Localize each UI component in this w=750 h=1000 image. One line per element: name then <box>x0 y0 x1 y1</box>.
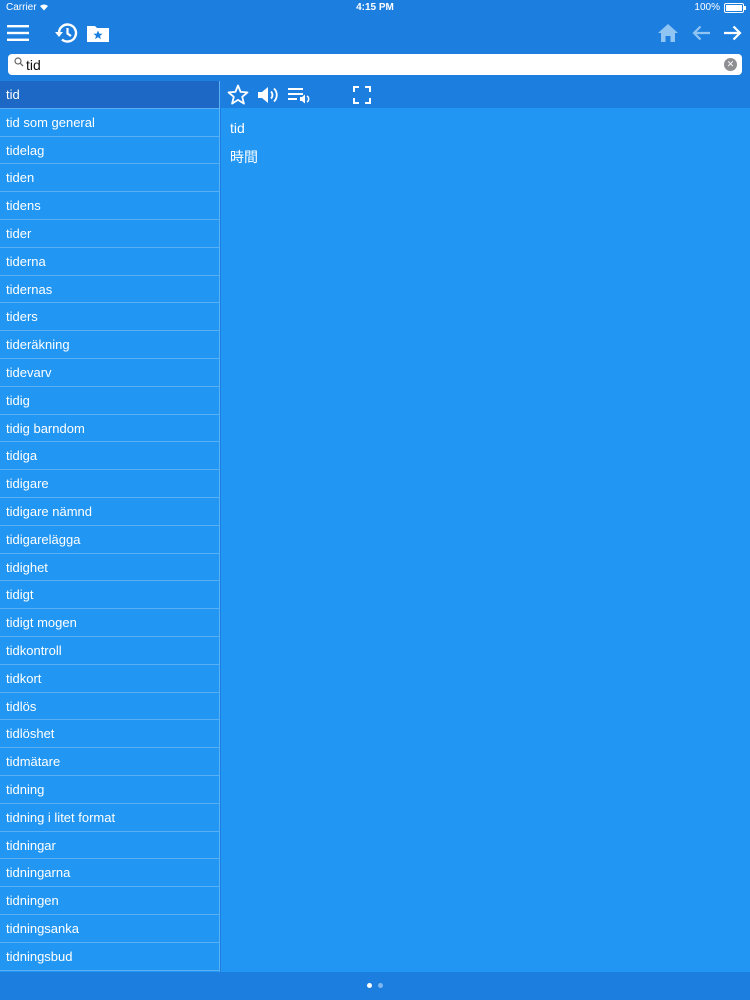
fullscreen-icon[interactable] <box>351 83 373 107</box>
arrow-right-icon[interactable] <box>722 16 744 50</box>
detail-toolbar <box>221 81 750 108</box>
page-dot[interactable] <box>367 983 372 988</box>
list-item[interactable]: tidigare <box>0 470 219 498</box>
star-folder-icon[interactable] <box>86 16 110 50</box>
entry-word: tid <box>230 120 245 136</box>
list-item[interactable]: tidmätare <box>0 748 219 776</box>
list-item[interactable]: tidigt <box>0 581 219 610</box>
list-item[interactable]: tidning <box>0 776 219 804</box>
home-icon[interactable] <box>656 16 680 50</box>
list-item[interactable]: tidkort <box>0 665 219 693</box>
arrow-left-icon[interactable] <box>690 16 712 50</box>
list-item[interactable]: tidiga <box>0 442 219 471</box>
list-item[interactable]: tidevarv <box>0 359 219 387</box>
page-dot[interactable] <box>378 983 383 988</box>
page-indicator[interactable] <box>0 983 750 988</box>
list-item[interactable]: tidlöshet <box>0 720 219 749</box>
list-item[interactable]: tid <box>0 81 219 109</box>
list-item[interactable]: tidning i litet format <box>0 804 219 832</box>
playlist-audio-icon[interactable] <box>287 83 313 107</box>
list-item[interactable]: tideräkning <box>0 331 219 359</box>
search-bar: ✕ <box>8 54 742 75</box>
list-item[interactable]: tidens <box>0 192 219 220</box>
list-item[interactable]: tidighet <box>0 554 219 582</box>
list-item[interactable]: tiden <box>0 164 219 193</box>
list-item[interactable]: tidigare nämnd <box>0 498 219 526</box>
list-item[interactable]: tidelag <box>0 137 219 165</box>
clear-search-icon[interactable]: ✕ <box>724 58 737 71</box>
footer-bar <box>0 972 750 1000</box>
list-item[interactable]: tid som general <box>0 109 219 137</box>
list-item[interactable]: tiders <box>0 303 219 332</box>
history-clock-icon[interactable] <box>53 16 79 50</box>
word-list[interactable]: tid tid som general tidelag tiden tidens tide… <box>0 81 220 972</box>
entry-translation: 時間 <box>230 149 258 165</box>
list-item[interactable]: tidningsbud <box>0 943 219 971</box>
battery-icon <box>724 2 746 13</box>
list-item[interactable]: tidigarelägga <box>0 526 219 554</box>
list-item[interactable]: tider <box>0 220 219 248</box>
list-item[interactable]: tidigt mogen <box>0 609 219 637</box>
search-input[interactable] <box>26 56 716 73</box>
battery-indicator: 100% <box>694 2 746 13</box>
detail-pane: tid 時間 <box>221 81 750 972</box>
list-item[interactable]: tiderna <box>0 248 219 276</box>
list-item[interactable]: tidlös <box>0 693 219 721</box>
list-item[interactable]: tidningarna <box>0 859 219 888</box>
list-item[interactable]: tidig <box>0 387 219 415</box>
status-time: 4:15 PM <box>356 2 394 13</box>
top-toolbar <box>0 16 750 50</box>
status-bar: Carrier 4:15 PM 100% <box>0 0 750 16</box>
list-item[interactable]: tidig barndom <box>0 415 219 443</box>
speaker-icon[interactable] <box>255 83 281 107</box>
list-item[interactable]: tidningar <box>0 832 219 860</box>
star-outline-icon[interactable] <box>226 83 250 107</box>
hamburger-menu-icon[interactable] <box>6 16 30 50</box>
list-item[interactable]: tidkontroll <box>0 637 219 665</box>
list-item[interactable]: tidningsanka <box>0 915 219 943</box>
list-item[interactable]: tidningen <box>0 887 219 915</box>
list-item[interactable]: tidernas <box>0 276 219 304</box>
search-icon <box>14 57 24 67</box>
